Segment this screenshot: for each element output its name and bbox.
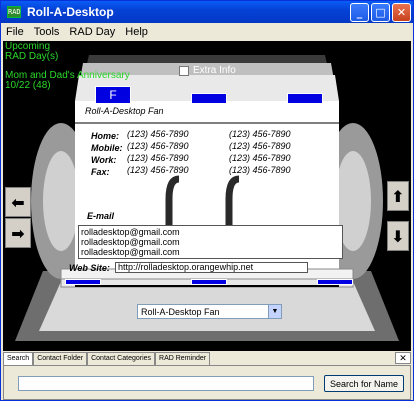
menu-bar: File Tools RAD Day Help (1, 23, 413, 41)
next-card-button[interactable]: ➡ (5, 218, 31, 248)
tab-rad-reminder[interactable]: RAD Reminder (155, 352, 211, 365)
close-panel-icon[interactable]: ✕ (395, 352, 411, 364)
extra-info-checkbox[interactable] (179, 65, 189, 76)
fax-label: Fax: (91, 167, 110, 177)
arrow-right-icon: ➡ (11, 223, 25, 243)
work-label: Work: (91, 155, 117, 165)
email-list[interactable]: rolladesktop@gmail.com rolladesktop@gmai… (78, 225, 343, 259)
work-phone-1: (123) 456-7890 (127, 153, 189, 163)
home-phone-1: (123) 456-7890 (127, 129, 189, 139)
fax-phone-1: (123) 456-7890 (127, 165, 189, 175)
rolodex-view: Upcoming RAD Day(s) Mom and Dad's Annive… (3, 41, 411, 351)
home-label: Home: (91, 131, 120, 141)
contact-card (75, 101, 339, 287)
lower-tab-2[interactable] (191, 279, 227, 285)
chevron-down-icon[interactable]: ▼ (268, 305, 281, 318)
menu-help[interactable]: Help (120, 26, 153, 38)
website-field[interactable]: http://rolladesktop.orangewhip.net (115, 262, 308, 273)
home-phone-2: (123) 456-7890 (229, 129, 291, 139)
title-bar[interactable]: RAD Roll-A-Desktop _ □ ✕ (1, 1, 413, 23)
search-panel: Search for Name (3, 365, 411, 400)
prev-card-button[interactable]: ⬅ (5, 187, 31, 217)
index-tab-f[interactable]: F (95, 86, 131, 104)
extra-info-label: Extra Info (193, 65, 236, 76)
close-window-button[interactable]: ✕ (392, 2, 411, 22)
website-label: Web Site: (69, 263, 110, 273)
scroll-up-button[interactable]: ⬆ (387, 181, 409, 211)
tab-search[interactable]: Search (3, 352, 34, 365)
mobile-label: Mobile: (91, 143, 123, 153)
search-input[interactable] (18, 376, 314, 391)
menu-rad-day[interactable]: RAD Day (64, 26, 120, 38)
index-tab-back-1[interactable] (191, 93, 227, 104)
upcoming-event-date: 10/22 (48) (5, 80, 51, 91)
window-title: Roll-A-Desktop (27, 5, 114, 19)
app-window: RAD Roll-A-Desktop _ □ ✕ File Tools RAD … (0, 0, 414, 401)
tab-contact-folder[interactable]: Contact Folder (33, 352, 88, 365)
bottom-tabs: Search Contact Folder Contact Categories… (3, 352, 411, 365)
fax-phone-2: (123) 456-7890 (229, 165, 291, 175)
email-label: E-mail (87, 211, 115, 221)
minimize-button[interactable]: _ (350, 2, 369, 22)
mobile-phone-1: (123) 456-7890 (127, 141, 189, 151)
index-tab-back-2[interactable] (287, 93, 323, 104)
email-entry-2[interactable]: rolladesktop@gmail.com (81, 237, 340, 247)
lower-tab-3[interactable] (317, 279, 353, 285)
contact-select-value: Roll-A-Desktop Fan (141, 306, 220, 317)
lower-tab-1[interactable] (65, 279, 101, 285)
arrow-down-icon: ⬇ (391, 226, 405, 246)
contact-select[interactable]: Roll-A-Desktop Fan ▼ (137, 304, 282, 319)
app-logo-icon: RAD (7, 6, 21, 18)
maximize-button[interactable]: □ (371, 2, 390, 22)
tab-contact-categories[interactable]: Contact Categories (87, 352, 156, 365)
contact-card-name: Roll-A-Desktop Fan (85, 106, 164, 116)
upcoming-subtitle: RAD Day(s) (5, 51, 59, 62)
left-wheel-inner (43, 151, 79, 251)
menu-file[interactable]: File (1, 26, 29, 38)
extra-info-toggle[interactable]: Extra Info (179, 65, 236, 76)
arrow-up-icon: ⬆ (391, 186, 405, 206)
email-entry-3[interactable]: rolladesktop@gmail.com (81, 247, 340, 257)
mobile-phone-2: (123) 456-7890 (229, 141, 291, 151)
work-phone-2: (123) 456-7890 (229, 153, 291, 163)
email-entry-1[interactable]: rolladesktop@gmail.com (81, 227, 340, 237)
arrow-left-icon: ⬅ (11, 192, 25, 212)
menu-tools[interactable]: Tools (29, 26, 65, 38)
scroll-down-button[interactable]: ⬇ (387, 221, 409, 251)
search-for-name-button[interactable]: Search for Name (324, 375, 404, 392)
card-bottom-line (75, 285, 339, 287)
